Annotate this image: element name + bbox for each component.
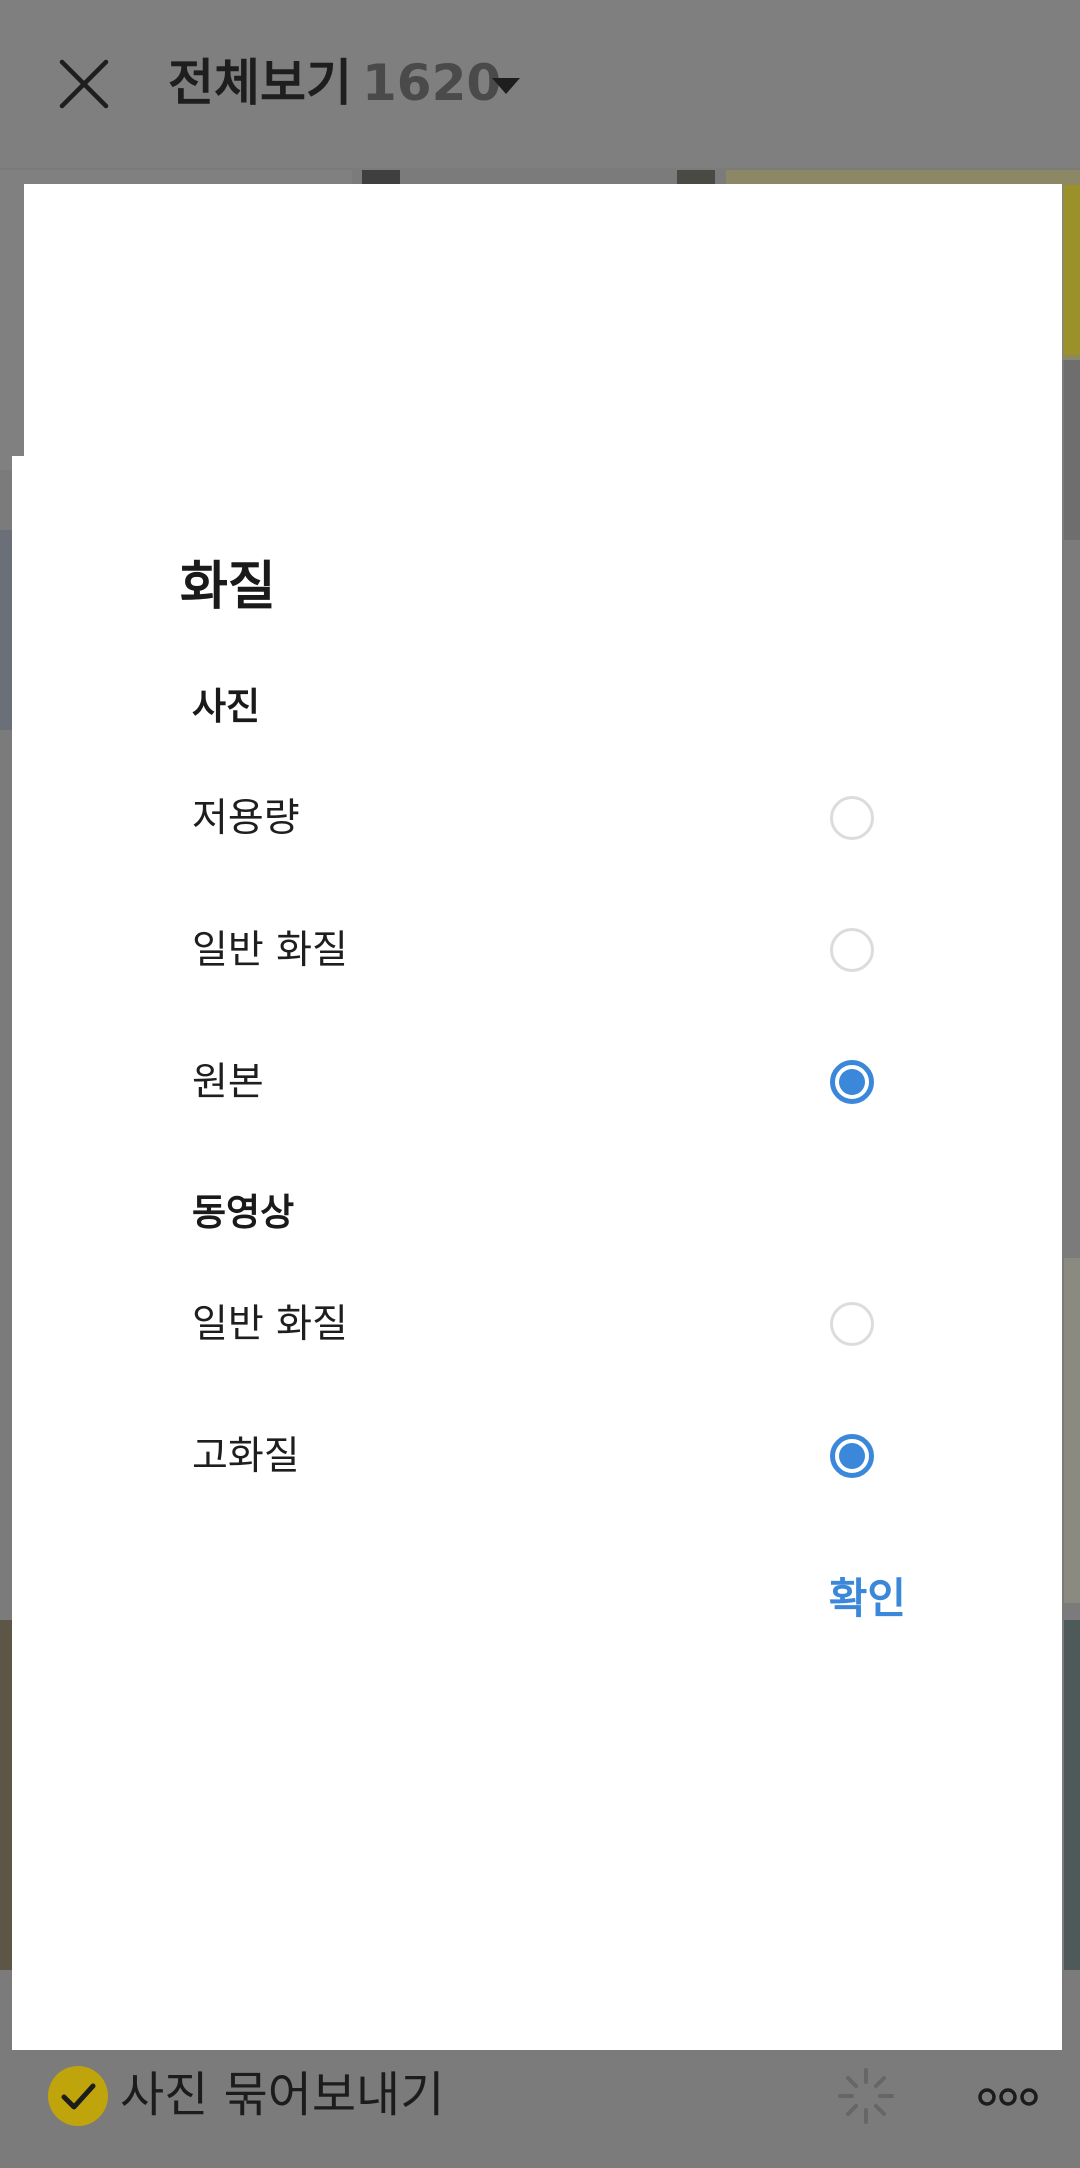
album-count[interactable]: 1620 — [362, 50, 501, 116]
radio-button-selected[interactable] — [830, 1434, 874, 1478]
option-label: 저용량 — [192, 796, 300, 841]
photo-option-low[interactable]: 저용량 — [192, 770, 892, 870]
caret-down-icon[interactable] — [492, 78, 520, 94]
video-option-normal[interactable]: 일반 화질 — [192, 1276, 892, 1376]
radio-dot — [839, 1069, 865, 1095]
section-photo-label: 사진 — [192, 685, 261, 728]
photo-option-normal[interactable]: 일반 화질 — [192, 902, 892, 1002]
radio-button-selected[interactable] — [830, 1060, 874, 1104]
gallery-thumbnail-edge — [1064, 1620, 1080, 1970]
radio-button[interactable] — [830, 928, 874, 972]
dialog-title: 화질 — [180, 557, 276, 617]
option-label: 일반 화질 — [192, 928, 348, 973]
gallery-thumbnail-edge — [1064, 360, 1080, 540]
close-icon-glyph — [59, 59, 109, 109]
section-video-label: 동영상 — [192, 1191, 295, 1234]
gallery-thumbnail-edge — [1064, 1258, 1080, 1603]
option-label: 원본 — [192, 1060, 264, 1105]
quality-dialog — [12, 456, 1062, 2050]
check-icon[interactable] — [48, 2066, 108, 2126]
more-horizontal-icon[interactable] — [978, 2082, 1038, 2112]
dialog-surface-top — [24, 184, 1062, 484]
radio-dot — [839, 1443, 865, 1469]
option-label: 고화질 — [192, 1434, 300, 1479]
gallery-thumbnail-edge — [0, 530, 12, 730]
album-title[interactable]: 전체보기 — [168, 50, 352, 116]
radio-button[interactable] — [830, 796, 874, 840]
radio-button[interactable] — [830, 1302, 874, 1346]
video-option-high[interactable]: 고화질 — [192, 1408, 892, 1508]
checkmark-glyph — [61, 2083, 96, 2110]
confirm-button[interactable]: 확인 — [776, 1564, 906, 1634]
more-horizontal-glyph — [978, 2088, 1038, 2106]
loading-spinner-icon — [836, 2066, 896, 2126]
close-icon[interactable] — [56, 56, 112, 112]
gallery-thumbnail-edge — [0, 1620, 12, 1970]
option-label: 일반 화질 — [192, 1302, 348, 1347]
gallery-thumbnail-edge — [1064, 185, 1080, 355]
photo-option-original[interactable]: 원본 — [192, 1034, 892, 1134]
top-app-bar — [0, 0, 1080, 168]
loading-spinner-glyph — [838, 2068, 894, 2124]
bundle-photos-label[interactable]: 사진 묶어보내기 — [120, 2064, 444, 2126]
